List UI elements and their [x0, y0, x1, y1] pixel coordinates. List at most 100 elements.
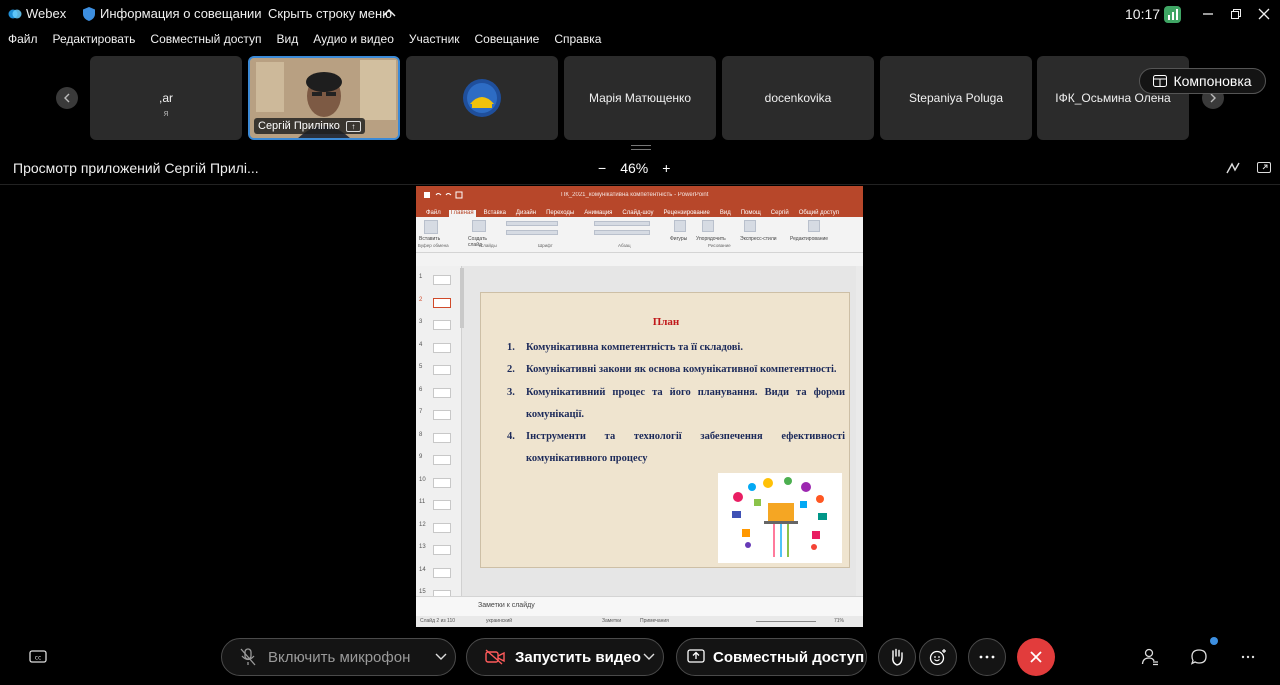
raise-hand-button[interactable] — [878, 638, 916, 676]
meeting-info-button[interactable]: Информация о совещании — [100, 6, 262, 21]
pop-out-icon[interactable] — [1256, 160, 1272, 176]
participants-icon[interactable] — [1140, 647, 1160, 667]
ribbon-shapes-label: Фигуры — [670, 236, 688, 242]
shared-application-view[interactable]: ПК_2021_комунікативна компетентність - P… — [416, 186, 863, 627]
ppt-tab[interactable]: Файл — [424, 210, 443, 217]
zoom-in-button[interactable]: + — [662, 160, 670, 176]
new-slide-icon[interactable] — [472, 220, 486, 232]
slide-thumbnail[interactable] — [433, 387, 451, 398]
slide-thumbnail[interactable] — [433, 455, 451, 465]
leave-meeting-button[interactable] — [1017, 638, 1055, 676]
participant-tile[interactable]: Stepaniya Poluga — [880, 56, 1032, 140]
share-button[interactable]: Совместный доступ — [676, 638, 867, 676]
paste-icon[interactable] — [424, 220, 438, 234]
slide-thumbnail[interactable] — [433, 297, 451, 308]
menu-participant[interactable]: Участник — [409, 32, 460, 50]
menu-bar: Файл Редактировать Совместный доступ Вид… — [0, 32, 608, 50]
ppt-tab-share[interactable]: Общий доступ — [797, 210, 841, 217]
ppt-tab[interactable]: Анимация — [582, 210, 614, 217]
ppt-tab[interactable]: Слайд-шоу — [620, 210, 655, 217]
thumbnail-number: 12 — [419, 521, 426, 528]
status-comments-button[interactable]: Примечания — [640, 618, 669, 624]
chevron-up-icon[interactable] — [382, 8, 396, 18]
current-slide[interactable]: План 1. Комунікативна компетентність та ї… — [480, 292, 850, 568]
search-icon[interactable] — [808, 220, 820, 232]
slide-thumbnail[interactable] — [433, 432, 451, 443]
ppt-tab[interactable]: Рецензирование — [662, 210, 712, 217]
network-stats-icon[interactable] — [1164, 6, 1181, 23]
slide-thumbnail[interactable] — [433, 410, 451, 420]
layout-button[interactable]: Компоновка — [1139, 68, 1266, 94]
quick-styles-icon[interactable] — [744, 220, 756, 232]
resize-handle[interactable] — [631, 145, 651, 150]
slide-thumbnail-pane[interactable]: 1 2 3 4 5 6 7 8 9 10 11 12 13 14 15 — [416, 266, 464, 600]
slide-thumbnail[interactable] — [433, 567, 451, 578]
participant-tile[interactable]: ,ar я — [90, 56, 242, 140]
participant-tile[interactable]: Марія Матющенко — [564, 56, 716, 140]
chat-icon[interactable] — [1189, 647, 1209, 667]
menu-meeting[interactable]: Совещание — [475, 32, 540, 50]
arrange-icon[interactable] — [702, 220, 714, 232]
slide-thumbnail[interactable] — [433, 522, 451, 533]
hide-menu-button[interactable]: Скрыть строку меню — [268, 6, 392, 21]
more-options-button[interactable] — [968, 638, 1006, 676]
participant-tile-video[interactable]: Сергій Приліпко ↑ — [248, 56, 400, 140]
slide-heading: План — [652, 316, 680, 328]
list-number: 1. — [507, 342, 515, 353]
menu-file[interactable]: Файл — [8, 32, 38, 50]
title-bar: Webex Информация о совещании Скрыть стро… — [0, 0, 1280, 28]
video-button[interactable]: Запустить видео — [466, 638, 664, 676]
slide-thumbnail[interactable] — [433, 365, 451, 375]
slide-thumbnail[interactable] — [433, 275, 451, 285]
status-zoom-slider[interactable] — [756, 621, 816, 622]
participant-name: Stepaniya Poluga — [908, 91, 1004, 105]
captions-icon[interactable]: cc — [28, 647, 48, 667]
menu-edit[interactable]: Редактировать — [53, 32, 136, 50]
paragraph-icons[interactable] — [594, 221, 650, 226]
thumb-scrollbar[interactable] — [460, 268, 464, 328]
participant-tile[interactable] — [406, 56, 558, 140]
camera-off-icon — [485, 649, 505, 665]
ppt-tab[interactable]: Вставка — [482, 210, 508, 217]
status-notes-button[interactable]: Заметки — [602, 618, 621, 624]
minimize-button[interactable] — [1198, 4, 1218, 24]
zoom-out-button[interactable]: − — [598, 160, 606, 176]
slide-thumbnail[interactable] — [433, 500, 451, 510]
ppt-tab[interactable]: Сергій — [769, 210, 791, 217]
ppt-tab[interactable]: Помощ — [739, 210, 763, 217]
notes-placeholder: Заметки к слайду — [478, 602, 535, 609]
menu-help[interactable]: Справка — [554, 32, 601, 50]
font-format-icons[interactable] — [506, 230, 558, 235]
more-panels-icon[interactable] — [1238, 647, 1258, 667]
slide-thumbnail[interactable] — [433, 342, 451, 353]
status-slide-count: Слайд 2 из 110 — [420, 618, 456, 624]
slide-thumbnail[interactable] — [433, 320, 451, 330]
menu-audio-video[interactable]: Аудио и видео — [313, 32, 394, 50]
slide-thumbnail[interactable] — [433, 545, 451, 555]
mute-button[interactable]: Включить микрофон — [221, 638, 456, 676]
participant-tile[interactable]: docenkovika — [722, 56, 874, 140]
chevron-down-icon[interactable] — [643, 653, 655, 661]
slide-thumbnail[interactable] — [433, 477, 451, 488]
font-selector[interactable] — [506, 221, 558, 226]
ppt-workspace: 1 2 3 4 5 6 7 8 9 10 11 12 13 14 15 План 1. Комунікатив… — [416, 266, 863, 600]
shapes-icon[interactable] — [674, 220, 686, 232]
alignment-icons[interactable] — [594, 230, 650, 235]
list-text: Інструменти та технології забезпечення е… — [526, 431, 845, 465]
ppt-tab[interactable]: Вид — [718, 210, 733, 217]
restore-button[interactable] — [1226, 4, 1246, 24]
ppt-tab[interactable]: Дизайн — [514, 210, 538, 217]
slide-scrollbar[interactable] — [856, 266, 863, 596]
menu-share[interactable]: Совместный доступ — [150, 32, 261, 50]
thumbnail-number: 14 — [419, 566, 426, 573]
ppt-tab[interactable]: Переходы — [544, 210, 576, 217]
ppt-tab-home[interactable]: Главная — [448, 210, 476, 217]
close-window-button[interactable] — [1254, 4, 1274, 24]
reactions-button[interactable] — [919, 638, 957, 676]
chevron-down-icon[interactable] — [435, 653, 447, 661]
menu-view[interactable]: Вид — [277, 32, 299, 50]
strip-prev-button[interactable] — [56, 87, 78, 109]
notes-pane[interactable]: Заметки к слайду — [416, 596, 863, 616]
microphone-off-icon — [240, 648, 256, 666]
annotate-icon[interactable] — [1225, 160, 1241, 176]
